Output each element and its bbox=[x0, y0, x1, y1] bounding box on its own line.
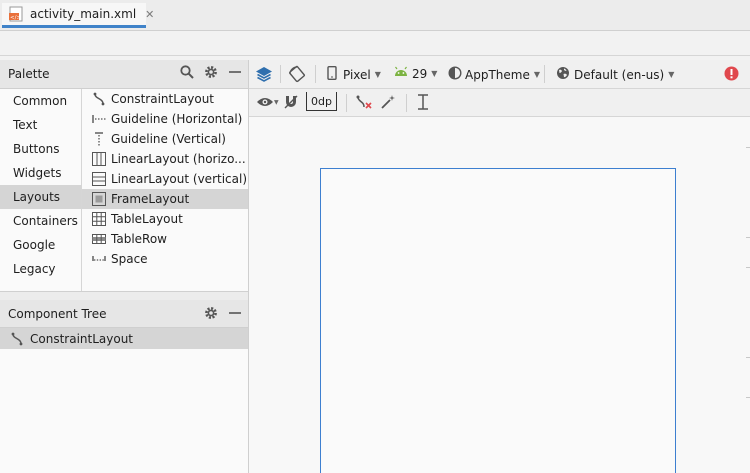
component-tree bbox=[0, 328, 248, 473]
orientation-icon[interactable] bbox=[288, 65, 306, 83]
search-icon[interactable] bbox=[180, 65, 194, 82]
canvas-ruler bbox=[745, 117, 750, 473]
theme-icon bbox=[448, 66, 462, 83]
chevron-down-icon: ▼ bbox=[668, 70, 675, 79]
api-level-label: 29 bbox=[412, 66, 428, 81]
palette-header: Palette bbox=[0, 60, 248, 89]
guideline-horizontal-icon bbox=[92, 112, 106, 126]
palette-item-label: Guideline (Horizontal) bbox=[111, 112, 243, 126]
locale-selector[interactable]: Default (en-us) ▼ bbox=[556, 66, 674, 83]
gear-icon[interactable] bbox=[204, 306, 218, 323]
category-widgets[interactable]: Widgets bbox=[0, 161, 81, 185]
linear-layout-vertical-icon bbox=[92, 172, 106, 186]
margin-value: 0dp bbox=[311, 94, 332, 108]
frame-layout-icon bbox=[92, 192, 106, 206]
palette-item[interactable]: ConstraintLayout bbox=[82, 89, 248, 109]
minimize-icon[interactable] bbox=[228, 306, 242, 323]
category-text[interactable]: Text bbox=[0, 113, 81, 137]
chevron-down-icon: ▼ bbox=[274, 98, 279, 106]
align-icon[interactable] bbox=[416, 94, 430, 110]
component-tree-title: Component Tree bbox=[8, 306, 107, 321]
default-margin-dropdown[interactable]: 0dp bbox=[306, 92, 337, 111]
table-row-icon bbox=[92, 232, 106, 246]
magnet-icon[interactable] bbox=[283, 94, 299, 110]
toolbar-separator bbox=[544, 65, 545, 83]
constraint-layout-icon bbox=[92, 92, 106, 106]
api-level-selector[interactable]: 29 ▼ bbox=[394, 66, 437, 81]
palette-item-label: FrameLayout bbox=[111, 192, 190, 206]
error-icon[interactable] bbox=[724, 66, 739, 81]
tree-node-root[interactable]: ConstraintLayout bbox=[0, 328, 248, 349]
palette-item-label: ConstraintLayout bbox=[111, 92, 215, 106]
category-layouts[interactable]: Layouts bbox=[0, 185, 81, 209]
palette-item[interactable]: TableLayout bbox=[82, 209, 248, 229]
breadcrumb-strip bbox=[0, 31, 750, 56]
component-tree-header: Component Tree bbox=[0, 300, 248, 328]
design-toolbar: Pixel ▼ 29 ▼ AppTheme ▼ Default (en-us) … bbox=[249, 60, 750, 89]
toolbar-separator bbox=[280, 65, 281, 83]
table-layout-icon bbox=[92, 212, 106, 226]
palette-item[interactable]: Guideline (Vertical) bbox=[82, 129, 248, 149]
palette-item[interactable]: TableRow bbox=[82, 229, 248, 249]
palette-items: ConstraintLayout Guideline (Horizontal) … bbox=[82, 89, 248, 291]
editor-tab[interactable]: </> activity_main.xml ✕ bbox=[2, 3, 154, 28]
magic-wand-icon[interactable] bbox=[380, 94, 396, 110]
gear-icon[interactable] bbox=[204, 65, 218, 82]
palette-item-label: LinearLayout (horizo... bbox=[111, 152, 246, 166]
device-blueprint[interactable] bbox=[320, 168, 676, 473]
android-icon bbox=[394, 66, 408, 81]
category-legacy[interactable]: Legacy bbox=[0, 257, 81, 281]
theme-label: AppTheme bbox=[465, 67, 530, 82]
close-tab-icon[interactable]: ✕ bbox=[145, 8, 154, 21]
guideline-vertical-icon bbox=[92, 132, 106, 146]
minimize-icon[interactable] bbox=[228, 65, 242, 82]
palette-item-label: TableLayout bbox=[111, 212, 183, 226]
globe-icon bbox=[556, 66, 570, 83]
palette-item-label: LinearLayout (vertical) bbox=[111, 172, 248, 186]
clear-constraints-icon[interactable] bbox=[355, 94, 373, 110]
xml-file-icon: </> bbox=[8, 6, 24, 22]
layers-icon[interactable] bbox=[255, 65, 273, 83]
category-common[interactable]: Common bbox=[0, 89, 81, 113]
layout-toolbar: ▼ 0dp bbox=[249, 89, 750, 117]
palette-item-label: Guideline (Vertical) bbox=[111, 132, 226, 146]
toolbar-separator bbox=[346, 94, 347, 112]
eye-icon[interactable]: ▼ bbox=[256, 95, 279, 109]
locale-label: Default (en-us) bbox=[574, 67, 665, 82]
palette-item[interactable]: LinearLayout (vertical) bbox=[82, 169, 248, 189]
svg-text:</>: </> bbox=[10, 15, 21, 21]
chevron-down-icon: ▼ bbox=[533, 70, 540, 79]
palette-item[interactable]: Guideline (Horizontal) bbox=[82, 109, 248, 129]
category-google[interactable]: Google bbox=[0, 233, 81, 257]
palette-categories: Common Text Buttons Widgets Layouts Cont… bbox=[0, 89, 82, 291]
device-label: Pixel bbox=[343, 67, 371, 82]
palette-item[interactable]: Space bbox=[82, 249, 248, 269]
space-icon bbox=[92, 252, 106, 266]
tab-filename: activity_main.xml bbox=[30, 7, 137, 21]
toolbar-separator bbox=[315, 65, 316, 83]
palette-item[interactable]: LinearLayout (horizo... bbox=[82, 149, 248, 169]
phone-icon bbox=[327, 65, 337, 83]
palette-item-label: Space bbox=[111, 252, 148, 266]
device-selector[interactable]: Pixel ▼ bbox=[327, 65, 381, 83]
constraint-layout-icon bbox=[10, 332, 24, 346]
chevron-down-icon: ▼ bbox=[431, 69, 438, 78]
tree-node-label: ConstraintLayout bbox=[30, 331, 134, 346]
palette-item-label: TableRow bbox=[111, 232, 167, 246]
palette-item[interactable]: FrameLayout bbox=[82, 189, 248, 209]
theme-selector[interactable]: AppTheme ▼ bbox=[448, 66, 540, 83]
chevron-down-icon: ▼ bbox=[374, 70, 381, 79]
palette-title: Palette bbox=[8, 67, 50, 81]
toolbar-separator bbox=[406, 94, 407, 112]
category-buttons[interactable]: Buttons bbox=[0, 137, 81, 161]
category-containers[interactable]: Containers bbox=[0, 209, 81, 233]
linear-layout-horizontal-icon bbox=[92, 152, 106, 166]
